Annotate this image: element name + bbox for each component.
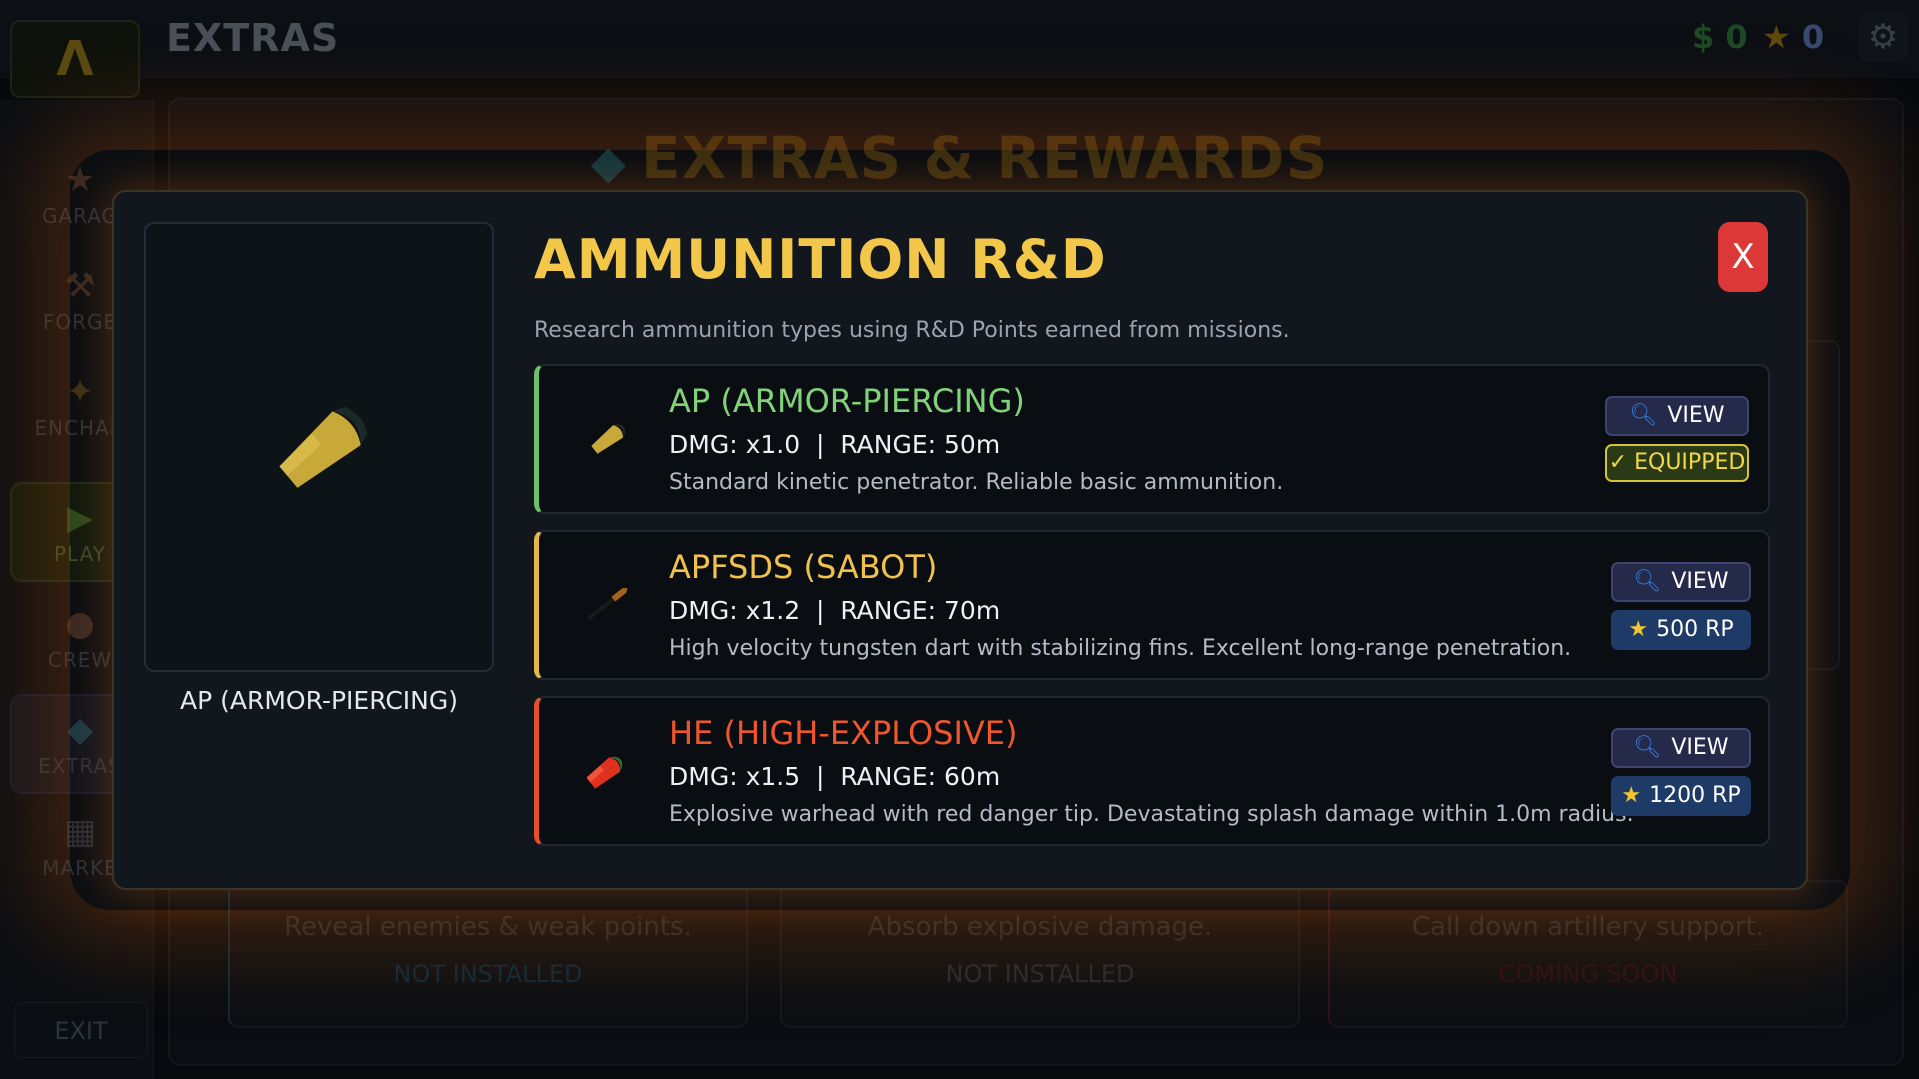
ammo-card-he[interactable]: HE (HIGH-EXPLOSIVE) DMG: x1.5 | RANGE: 6… [534,696,1770,846]
magnifier-icon: 🔍︎ [1633,735,1662,760]
view-button[interactable]: 🔍︎ VIEW [1605,396,1749,436]
preview-caption: AP (ARMOR-PIERCING) [179,686,458,715]
card-description: Call down artillery support. [1411,912,1765,942]
card-description: Reveal enemies & weak points. [284,912,692,942]
close-button[interactable]: X [1718,222,1768,292]
rp-cost: 500 RP [1656,617,1734,642]
card-status: NOT INSTALLED [945,960,1135,988]
page-title: EXTRAS [166,16,340,60]
ammo-description: Standard kinetic penetrator. Reliable ba… [669,470,1284,495]
star-icon: ★ [1762,18,1791,56]
view-label: VIEW [1667,403,1725,428]
ammo-stats: DMG: x1.2 | RANGE: 70m [669,596,1001,625]
money-counter: $ 0 [1692,18,1748,56]
ammo-name: AP (ARMOR-PIERCING) [669,382,1025,420]
view-button[interactable]: 🔍︎ VIEW [1611,562,1751,602]
star-count: 0 [1801,18,1825,56]
star-icon: ★ [1621,783,1642,808]
ammo-name: HE (HIGH-EXPLOSIVE) [669,714,1018,752]
card-status: NOT INSTALLED [393,960,583,988]
he-shell-icon [586,756,623,789]
card-status: COMING SOON [1498,960,1678,988]
star-icon: ★ [1628,617,1649,642]
ammo-description: High velocity tungsten dart with stabili… [669,636,1572,661]
research-button[interactable]: ★ 500 RP [1611,610,1751,650]
logo-glyph: Λ [56,31,94,87]
ammunition-modal: AP (ARMOR-PIERCING) AMMUNITION R&D Resea… [112,190,1808,890]
magnifier-icon: 🔍︎ [1633,569,1662,594]
view-label: VIEW [1671,735,1729,760]
app-logo[interactable]: Λ [10,20,140,98]
modal-subtitle: Research ammunition types using R&D Poin… [534,318,1290,343]
rp-cost: 1200 RP [1649,783,1741,808]
exit-button[interactable]: EXIT [14,1002,148,1058]
research-button[interactable]: ★ 1200 RP [1611,776,1751,816]
ammo-name: APFSDS (SABOT) [669,548,938,586]
card-description: Absorb explosive damage. [867,912,1213,942]
view-label: VIEW [1671,569,1729,594]
star-counter: ★ 0 [1762,18,1824,56]
ammo-stats: DMG: x1.5 | RANGE: 60m [669,762,1001,791]
ammo-preview [144,222,494,672]
view-button[interactable]: 🔍︎ VIEW [1611,728,1751,768]
equipped-badge[interactable]: ✓ EQUIPPED [1605,444,1749,482]
ap-shell-icon [591,424,625,454]
ap-shell-preview-icon [279,406,368,488]
ammo-card-apfsds[interactable]: APFSDS (SABOT) DMG: x1.2 | RANGE: 70m Hi… [534,530,1770,680]
modal-title: AMMUNITION R&D [534,228,1107,291]
ammo-stats: DMG: x1.0 | RANGE: 50m [669,430,1001,459]
ammo-description: Explosive warhead with red danger tip. D… [669,802,1634,827]
gear-icon[interactable]: ⚙ [1858,12,1908,62]
sabot-dart-icon [586,587,628,621]
ammo-card-ap[interactable]: AP (ARMOR-PIERCING) DMG: x1.0 | RANGE: 5… [534,364,1770,514]
magnifier-icon: 🔍︎ [1629,403,1658,428]
